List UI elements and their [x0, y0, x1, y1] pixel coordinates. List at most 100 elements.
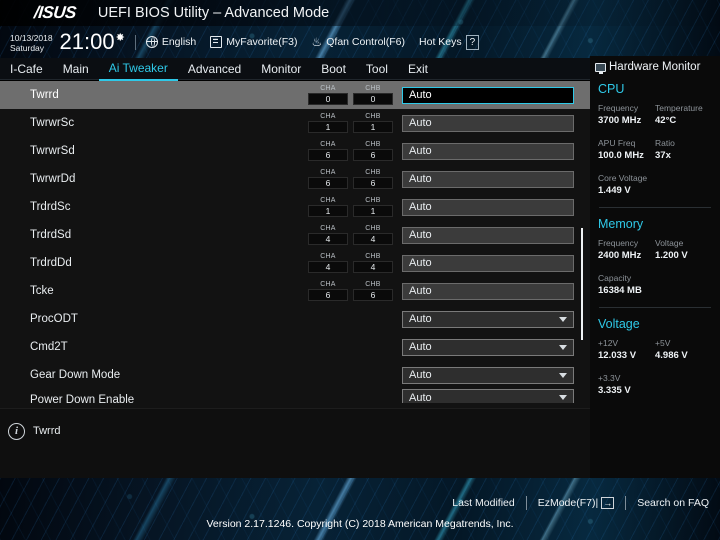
menu-item-monitor[interactable]: Monitor: [251, 58, 311, 80]
channel-a-cell: CHA 6: [308, 141, 348, 161]
hw-metric: Capacity 16384 MB: [598, 272, 655, 297]
menu-item-exit[interactable]: Exit: [398, 58, 438, 80]
last-modified-label: Last Modified: [452, 497, 515, 509]
hw-metric: Ratio 37x: [655, 137, 712, 162]
hw-metric-value: 3700 MHz: [598, 115, 642, 126]
setting-value: Auto: [409, 201, 432, 213]
channel-a-value: 6: [308, 149, 348, 161]
menu-item-advanced[interactable]: Advanced: [178, 58, 251, 80]
myfavorite-button[interactable]: MyFavorite(F3): [210, 36, 297, 48]
question-mark-icon[interactable]: ?: [465, 34, 480, 50]
hw-metric-value: 12.033 V: [598, 350, 637, 361]
setting-row[interactable]: Gear Down Mode Auto: [0, 361, 590, 389]
hw-metric: Frequency 2400 MHz: [598, 237, 655, 262]
menu-item-main[interactable]: Main: [53, 58, 99, 80]
menu-item-ai-tweaker[interactable]: Ai Tweaker: [98, 57, 178, 81]
hw-metric-value: 37x: [655, 150, 671, 161]
setting-input[interactable]: Auto: [402, 170, 574, 188]
search-faq-label: Search on FAQ: [637, 497, 709, 509]
setting-row[interactable]: Tcke CHA 6 CHB 6 Auto: [0, 277, 590, 305]
setting-row[interactable]: TrdrdDd CHA 4 CHB 4 Auto: [0, 249, 590, 277]
channel-b-value: 1: [353, 205, 393, 217]
channel-b-title: CHB: [365, 197, 381, 204]
setting-input[interactable]: Auto: [402, 254, 574, 272]
channel-readout-group: CHA 0 CHB 0: [308, 85, 393, 105]
hw-metric-key: +12V: [598, 338, 619, 348]
hw-metric-key: Temperature: [655, 103, 703, 113]
hot-keys-label: Hot Keys: [419, 36, 462, 48]
qfan-control-button[interactable]: ♨ Qfan Control(F6): [311, 36, 405, 48]
channel-b-value: 6: [353, 149, 393, 161]
channel-b-cell: CHB 0: [353, 85, 393, 105]
setting-label: TrdrdSc: [30, 201, 71, 213]
setting-row[interactable]: TwrwrSd CHA 6 CHB 6 Auto: [0, 137, 590, 165]
channel-a-cell: CHA 1: [308, 113, 348, 133]
setting-row[interactable]: TrdrdSd CHA 4 CHB 4 Auto: [0, 221, 590, 249]
hw-metric-key: Frequency: [598, 238, 639, 248]
chevron-down-icon: [559, 316, 567, 322]
hw-section-title-cpu: CPU: [598, 82, 625, 96]
menu-item-boot[interactable]: Boot: [311, 58, 356, 80]
last-modified-button[interactable]: Last Modified: [441, 497, 525, 509]
channel-a-value: 1: [308, 205, 348, 217]
search-on-faq-button[interactable]: Search on FAQ: [626, 497, 720, 509]
ezmode-button[interactable]: EzMode(F7)| →: [527, 497, 626, 509]
setting-input[interactable]: Auto: [402, 282, 574, 300]
setting-input[interactable]: Auto: [402, 114, 574, 132]
setting-row[interactable]: TwrwrSc CHA 1 CHB 1 Auto: [0, 109, 590, 137]
hw-metric: Voltage 1.200 V: [655, 237, 712, 262]
setting-input[interactable]: Auto: [402, 86, 574, 104]
settings-list[interactable]: Twrrd CHA 0 CHB 0 Auto TwrwrSc CHA 1 CHB 1 Auto Twrw…: [0, 81, 590, 408]
setting-dropdown[interactable]: Auto: [402, 310, 574, 328]
divider: [134, 34, 136, 50]
setting-value: Auto: [409, 89, 432, 101]
setting-row[interactable]: Power Down Enable Auto: [0, 389, 590, 403]
channel-b-title: CHB: [365, 225, 381, 232]
language-button[interactable]: English: [145, 36, 196, 48]
setting-dropdown[interactable]: Auto: [402, 338, 574, 356]
channel-a-title: CHA: [320, 281, 336, 288]
setting-input[interactable]: Auto: [402, 198, 574, 216]
setting-row[interactable]: Twrrd CHA 0 CHB 0 Auto: [0, 81, 590, 109]
channel-a-value: 0: [308, 93, 348, 105]
channel-b-value: 6: [353, 177, 393, 189]
hw-metric: Temperature 42°C: [655, 102, 712, 127]
hw-metric-key: APU Freq: [598, 138, 636, 148]
channel-b-value: 4: [353, 233, 393, 245]
channel-a-title: CHA: [320, 169, 336, 176]
channel-b-cell: CHB 6: [353, 281, 393, 301]
channel-b-cell: CHB 6: [353, 141, 393, 161]
setting-row[interactable]: ProcODT Auto: [0, 305, 590, 333]
hw-metric-value: 1.449 V: [598, 185, 631, 196]
menu-item-i-cafe[interactable]: I-Cafe: [0, 58, 53, 80]
gear-icon[interactable]: ✸: [116, 33, 125, 44]
bottom-bar: Last Modified EzMode(F7)| → Search on FA…: [0, 492, 720, 514]
divider: [599, 207, 711, 208]
list-scrollbar[interactable]: [581, 228, 583, 340]
setting-dropdown[interactable]: Auto: [402, 389, 574, 403]
setting-row[interactable]: TrdrdSc CHA 1 CHB 1 Auto: [0, 193, 590, 221]
setting-input[interactable]: Auto: [402, 142, 574, 160]
chevron-down-icon: [559, 395, 567, 400]
setting-label: Tcke: [30, 285, 54, 297]
globe-icon: [145, 36, 159, 48]
setting-dropdown[interactable]: Auto: [402, 366, 574, 384]
hw-metric: +5V 4.986 V: [655, 337, 712, 362]
channel-b-value: 6: [353, 289, 393, 301]
hot-keys-button[interactable]: Hot Keys ?: [419, 34, 480, 50]
setting-row[interactable]: Cmd2T Auto: [0, 333, 590, 361]
channel-a-value: 4: [308, 261, 348, 273]
setting-row[interactable]: TwrwrDd CHA 6 CHB 6 Auto: [0, 165, 590, 193]
setting-label: TrdrdSd: [30, 229, 72, 241]
channel-b-title: CHB: [365, 113, 381, 120]
hw-metric: +12V 12.033 V: [598, 337, 655, 362]
channel-a-cell: CHA 1: [308, 197, 348, 217]
menu-item-tool[interactable]: Tool: [356, 58, 398, 80]
hw-metric-value: 4.986 V: [655, 350, 688, 361]
setting-input[interactable]: Auto: [402, 226, 574, 244]
channel-a-cell: CHA 0: [308, 85, 348, 105]
hw-metric-value: 3.335 V: [598, 385, 631, 396]
channel-a-value: 4: [308, 233, 348, 245]
channel-a-title: CHA: [320, 197, 336, 204]
fan-icon: ♨: [311, 35, 323, 49]
